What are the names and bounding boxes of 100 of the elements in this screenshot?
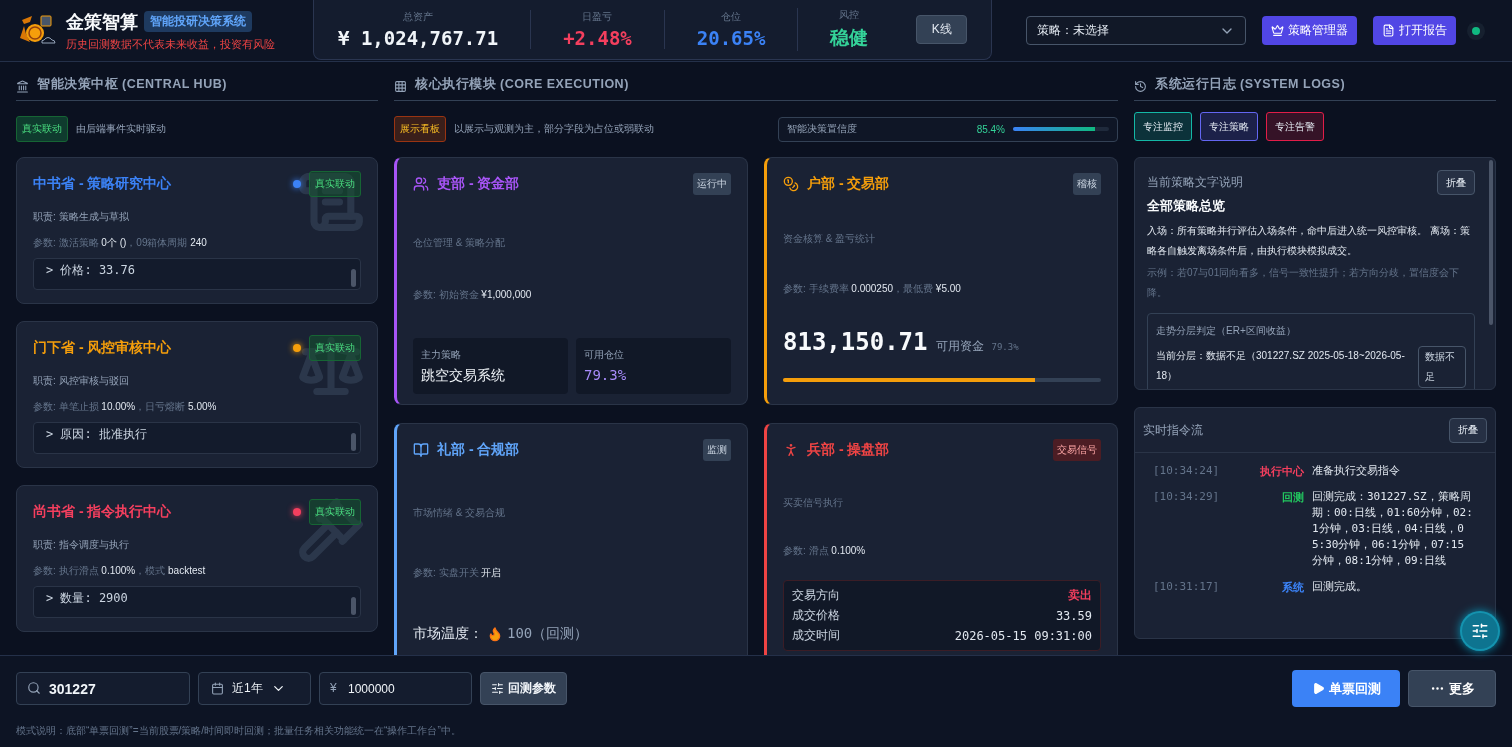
- collapse-button[interactable]: 折叠: [1449, 417, 1487, 443]
- card-params: 参数: 激活策略 0个 ()，09箱体周期 240: [33, 236, 208, 250]
- run-button[interactable]: 单票回测: [1292, 670, 1400, 707]
- currency-prefix: ¥: [330, 681, 337, 695]
- status-badge: 交易信号: [1053, 439, 1101, 461]
- console-line: > 价格: 33.76: [46, 262, 136, 279]
- sliders-icon: [491, 682, 504, 695]
- funds-amount: 813,150.71: [783, 328, 928, 356]
- header-button[interactable]: 打开报告: [1373, 16, 1456, 45]
- log-time: [10:34:29]: [1153, 489, 1221, 505]
- status-tag: 展示看板: [394, 116, 446, 142]
- gavel-icon: [297, 496, 365, 564]
- card-params: 参数: 实盘开关 开启: [413, 566, 503, 580]
- calendar-icon: [211, 682, 224, 695]
- card-params: 参数: 初始资金 ¥1,000,000: [413, 288, 533, 302]
- card-title: 礼部 - 合规部: [437, 441, 520, 459]
- stat-label: 风控: [839, 7, 860, 22]
- trend-text: 当前分层：数据不足（301227.SZ 2025-05-18~2026-05-18）: [1156, 349, 1406, 383]
- person-icon: [783, 442, 799, 458]
- period-select[interactable]: 近1年: [198, 672, 311, 705]
- risk-disclaimer: 历史回测数据不代表未来收益，投资有风险: [66, 36, 275, 52]
- trade-label: 成交价格: [792, 607, 840, 624]
- live-badge: 真实联动: [309, 499, 361, 525]
- console-line: > 原因: 批准执行: [46, 426, 147, 443]
- stat-label: 主力策略: [421, 348, 462, 362]
- history-icon: [1134, 80, 1147, 93]
- card-title: 门下省 - 风控审核中心: [33, 339, 172, 357]
- tag-note: 以展示与观测为主，部分字段为占位或弱联动: [454, 122, 654, 136]
- filter-button[interactable]: 专注告警: [1266, 112, 1324, 141]
- status-badge: 监测: [703, 439, 731, 461]
- stat-value: 跳空交易系统: [421, 367, 506, 385]
- card-params: 参数: 手续费率 0.000250，最低费 ¥5.00: [783, 282, 962, 296]
- card-duty: 职责: 风控审核与驳回: [33, 374, 130, 388]
- header-button[interactable]: 策略管理器: [1262, 16, 1357, 45]
- stat-label: 仓位: [721, 9, 742, 24]
- stat-label: 日盈亏: [582, 9, 613, 24]
- play-icon: [1311, 682, 1325, 695]
- strategy-heading: 全部策略总览: [1147, 197, 1226, 215]
- card-title: 中书省 - 策略研究中心: [33, 175, 172, 193]
- settings-button[interactable]: [1460, 611, 1500, 651]
- card-params: 参数: 滑点 0.100%: [783, 544, 867, 558]
- card-title: 吏部 - 资金部: [437, 175, 520, 193]
- sliders-icon: [1471, 622, 1489, 640]
- section-title: 智能决策中枢 (CENTRAL HUB): [16, 62, 378, 101]
- strategy-description: 入场：所有策略并行评估入场条件，命中后进入统一风控审核。 离场：策略各自触发离场条件后，由执行模块模拟成交。: [1147, 224, 1471, 258]
- trade-value: 33.59: [1055, 608, 1092, 623]
- stat-value: 79.3%: [584, 367, 628, 383]
- card-params: 参数: 执行滑点 0.100%，模式 backtest: [33, 564, 207, 578]
- card-duty: 职责: 指令调度与执行: [33, 538, 130, 552]
- status-badge: 运行中: [693, 173, 731, 195]
- stat-value: 稳健: [830, 24, 869, 50]
- log-source: 系统: [1281, 580, 1304, 595]
- tag-note: 由后端事件实时驱动: [76, 122, 166, 136]
- grid-icon: [394, 80, 407, 93]
- filter-button[interactable]: 专注策略: [1200, 112, 1258, 141]
- flame-icon: [487, 625, 503, 642]
- trend-badge: 数据不足: [1418, 346, 1466, 388]
- section-title: 系统运行日志 (SYSTEM LOGS): [1134, 62, 1496, 101]
- trade-label: 交易方向: [792, 587, 840, 604]
- log-message: 准备执行交易指令: [1312, 463, 1401, 479]
- strategy-select[interactable]: 策略：未选择: [1026, 16, 1246, 45]
- collapse-button[interactable]: 折叠: [1437, 170, 1475, 195]
- status-badge: 稽核: [1073, 173, 1101, 195]
- funds-label: 可用资金: [935, 338, 984, 355]
- filter-button[interactable]: 专注监控: [1134, 112, 1192, 141]
- document-icon: [1382, 24, 1395, 37]
- params-button[interactable]: 回测参数: [480, 672, 567, 705]
- card-subtitle: 买卖信号执行: [783, 496, 844, 510]
- status-dot: [293, 180, 301, 188]
- book-icon: [413, 442, 429, 458]
- search-field[interactable]: 301227: [16, 672, 190, 705]
- more-button[interactable]: 更多: [1408, 670, 1496, 707]
- section-title: 核心执行模块 (CORE EXECUTION): [394, 62, 1118, 101]
- status-dot: [293, 508, 301, 516]
- stat-value: +2.48%: [563, 26, 632, 49]
- stat-value: ¥ 1,024,767.71: [338, 26, 499, 49]
- app-badge: 智能投研决策系统: [144, 11, 252, 32]
- panel-title: 实时指令流: [1143, 421, 1203, 439]
- card-title: 户部 - 交易部: [807, 175, 890, 193]
- meter-label: 智能决策置信度: [787, 122, 858, 136]
- log-message: 回测完成。: [1312, 579, 1368, 595]
- funds-share: 79.3%: [991, 342, 1019, 352]
- trend-title: 走势分层判定（ER+区间收益）: [1156, 324, 1297, 338]
- meter-reading: 85.4%: [976, 123, 1005, 135]
- log-source: 执行中心: [1259, 464, 1304, 479]
- live-badge: 真实联动: [309, 335, 361, 361]
- trade-value: 2026-05-15 09:31:00: [954, 628, 1092, 643]
- kline-button[interactable]: K线: [916, 14, 967, 44]
- crown-icon: [1271, 24, 1284, 37]
- scrollbar-thumb: [351, 597, 356, 615]
- trade-value: 卖出: [1068, 587, 1092, 604]
- temperature-value: 100（回测）: [507, 624, 589, 643]
- log-message: 回测完成：301227.SZ，策略周期：00:日线，01:60分钟，02:1分钟，03:日线，04:日线，05:30分钟，06:1分钟，07:15分钟，08:1分钟，09:日线: [1312, 489, 1474, 569]
- log-source: 回测: [1281, 490, 1304, 505]
- bank-icon: [16, 80, 29, 93]
- stat-value: 20.65%: [696, 26, 766, 49]
- live-badge: 真实联动: [309, 171, 361, 197]
- stat-label: 总资产: [403, 9, 434, 24]
- card-title: 尚书省 - 指令执行中心: [33, 503, 172, 521]
- card-subtitle: 仓位管理 & 策略分配: [413, 236, 507, 250]
